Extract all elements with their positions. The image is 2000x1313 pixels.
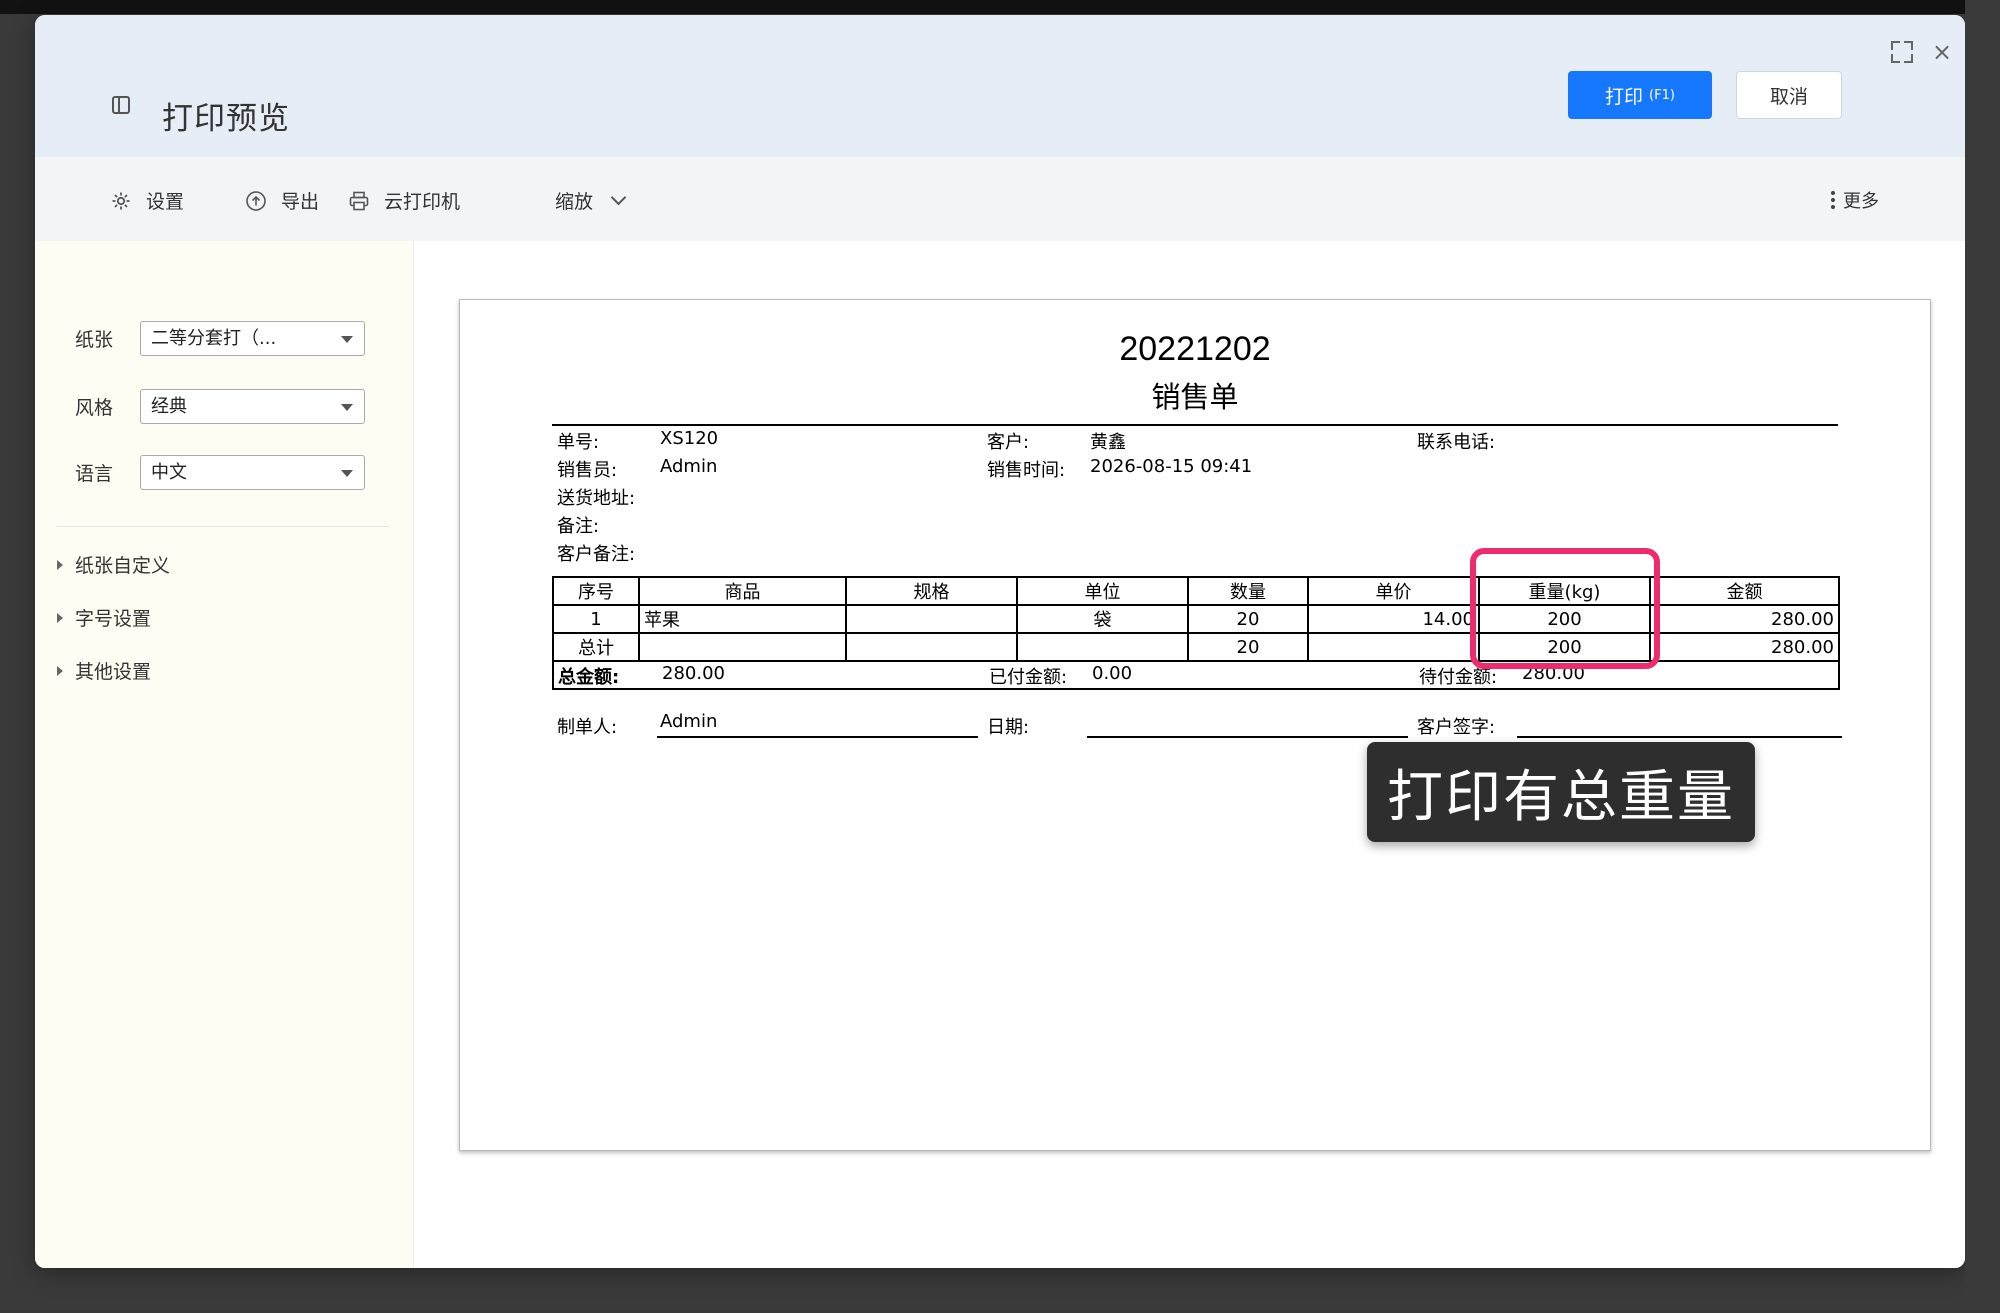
- document-code: 20221202: [1119, 330, 1271, 368]
- close-icon[interactable]: ×: [1931, 40, 1953, 64]
- cell-index: 1: [552, 604, 640, 634]
- printer-icon: [348, 190, 370, 212]
- cell-unit: 袋: [1016, 604, 1189, 634]
- cell-empty: [1307, 632, 1480, 662]
- dialog-header: 打印预览 × 打印 (F1) 取消: [35, 15, 1965, 157]
- language-label: 语言: [75, 463, 114, 485]
- date-line: [1087, 736, 1408, 738]
- caret-right-icon: [57, 612, 63, 623]
- export-button[interactable]: 导出: [245, 187, 319, 214]
- total-amount: 280.00: [662, 663, 725, 684]
- maker-line: [657, 736, 978, 738]
- zoom-label: 缩放: [555, 191, 594, 213]
- cell-product: 苹果: [638, 604, 847, 634]
- salesperson-label: 销售员:: [557, 460, 618, 481]
- cell-total-amount: 280.00: [1649, 632, 1840, 662]
- paper-select[interactable]: 二等分套打（...: [140, 321, 365, 356]
- signature-line: [1517, 736, 1842, 738]
- upload-icon: [245, 190, 267, 212]
- annotation-tag: 打印有总重量: [1367, 742, 1755, 842]
- more-dots-icon: [1831, 191, 1835, 209]
- title-rule: [552, 424, 1838, 426]
- print-button-label: 打印: [1605, 85, 1644, 108]
- salesperson: Admin: [660, 456, 718, 477]
- settings-label: 设置: [146, 191, 185, 213]
- section-paper-custom[interactable]: 纸张自定义: [57, 551, 170, 578]
- note-label: 备注:: [557, 516, 600, 537]
- gear-icon: [110, 190, 132, 212]
- cloud-printer-label: 云打印机: [384, 191, 461, 213]
- section-other[interactable]: 其他设置: [57, 657, 151, 684]
- cell-spec: [845, 604, 1018, 634]
- section-font-size[interactable]: 字号设置: [57, 604, 151, 631]
- toolbar: 设置 导出 云打印机 缩放 更多: [35, 157, 1965, 241]
- cell-empty: [638, 632, 847, 662]
- export-label: 导出: [281, 191, 320, 213]
- cell-qty: 20: [1187, 604, 1309, 634]
- more-label: 更多: [1843, 191, 1879, 212]
- paper-label: 纸张: [75, 329, 114, 351]
- section-label: 纸张自定义: [75, 555, 171, 577]
- col-header: 序号: [552, 576, 640, 606]
- cell-empty: [845, 632, 1018, 662]
- caret-right-icon: [57, 665, 63, 676]
- settings-sidebar: 纸张 二等分套打（... 风格 经典 语言 中文 纸张自定义 字号设置 其他设置: [35, 241, 414, 1268]
- language-select[interactable]: 中文: [140, 455, 365, 490]
- col-header: 规格: [845, 576, 1018, 606]
- customer-note-label: 客户备注:: [557, 544, 636, 565]
- document-title: 销售单: [1151, 380, 1239, 414]
- cell-empty: [1016, 632, 1189, 662]
- cancel-button[interactable]: 取消: [1736, 71, 1842, 119]
- customer-label: 客户:: [987, 432, 1030, 453]
- cell-total-label: 总计: [552, 632, 640, 662]
- style-label: 风格: [75, 397, 114, 419]
- print-preview-dialog: 打印预览 × 打印 (F1) 取消 设置 导出 云打印机 缩放 更多 纸张 二等…: [35, 15, 1965, 1268]
- paid-amount: 0.00: [1092, 663, 1133, 684]
- sidebar-divider: [57, 526, 389, 527]
- signature-label: 客户签字:: [1417, 717, 1496, 738]
- print-button[interactable]: 打印 (F1): [1568, 71, 1712, 119]
- section-label: 字号设置: [75, 608, 152, 630]
- col-header: 单位: [1016, 576, 1189, 606]
- order-no-label: 单号:: [557, 432, 600, 453]
- settings-button[interactable]: 设置: [110, 187, 184, 214]
- customer: 黄鑫: [1090, 432, 1126, 453]
- total-amount-label: 总金额:: [558, 667, 620, 688]
- maker-label: 制单人:: [557, 717, 618, 738]
- background-gutter: [1965, 0, 2000, 1313]
- paper-field: 纸张 二等分套打（...: [75, 321, 365, 356]
- date-label: 日期:: [987, 717, 1030, 738]
- cell-price: 14.00: [1307, 604, 1480, 634]
- maker: Admin: [660, 711, 718, 732]
- zoom-dropdown[interactable]: 缩放: [555, 187, 627, 214]
- col-header: 金额: [1649, 576, 1840, 606]
- fullscreen-icon[interactable]: [1891, 41, 1913, 63]
- language-field: 语言 中文: [75, 455, 365, 490]
- col-header: 数量: [1187, 576, 1309, 606]
- caret-right-icon: [57, 559, 63, 570]
- sale-time: 2026-08-15 09:41: [1090, 456, 1253, 477]
- style-select[interactable]: 经典: [140, 389, 365, 424]
- weight-highlight-box: [1470, 548, 1660, 669]
- cell-total-qty: 20: [1187, 632, 1309, 662]
- cloud-printer-button[interactable]: 云打印机: [348, 187, 460, 214]
- paper-page: 20221202 销售单 单号: XS120 客户: 黄鑫 联系电话: 销售员:…: [459, 299, 1931, 1151]
- order-no: XS120: [660, 428, 719, 449]
- sidebar-toggle-icon[interactable]: [112, 96, 130, 114]
- cell-amount: 280.00: [1649, 604, 1840, 634]
- chevron-down-icon: [610, 189, 627, 206]
- top-bar: [0, 0, 2000, 14]
- print-shortcut: (F1): [1649, 87, 1675, 103]
- more-menu-button[interactable]: 更多: [1831, 187, 1879, 213]
- style-field: 风格 经典: [75, 389, 365, 424]
- col-header: 商品: [638, 576, 847, 606]
- address-label: 送货地址:: [557, 488, 636, 509]
- paid-label: 已付金额:: [989, 667, 1068, 688]
- section-label: 其他设置: [75, 661, 152, 683]
- sale-time-label: 销售时间:: [987, 460, 1066, 481]
- col-header: 单价: [1307, 576, 1480, 606]
- phone-label: 联系电话:: [1417, 432, 1496, 453]
- dialog-title: 打印预览: [162, 101, 290, 137]
